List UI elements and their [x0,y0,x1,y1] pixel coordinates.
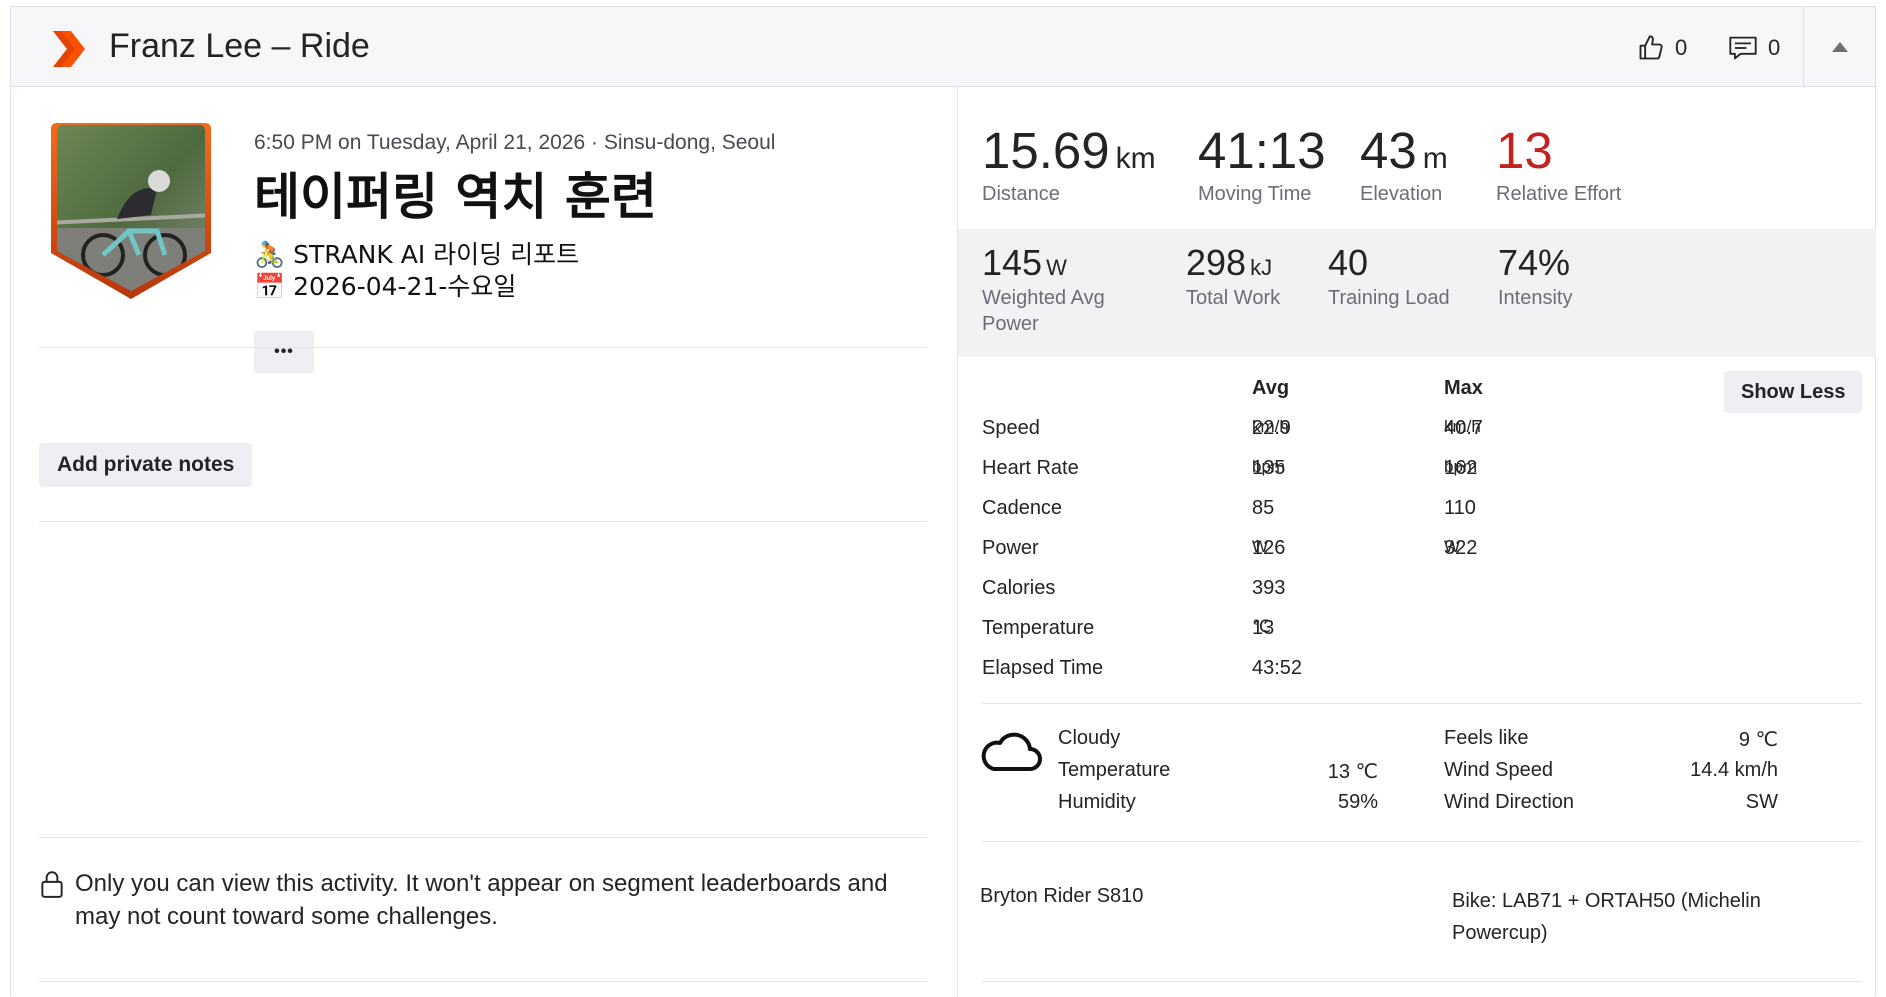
activity-description-line: 📅 2026-04-21-수요일 [254,272,517,301]
weather-temperature-label: Temperature [1058,759,1171,781]
activity-stats: 15.69 km Distance 41:13 Moving Time 43 m E… [957,87,1876,997]
stat-total-work: 298 kJ Total Work [1186,242,1281,310]
weather-feels-like-label: Feels like [1444,727,1529,749]
weather-wind-speed-label: Wind Speed [1444,759,1553,781]
metric-row-calories: Calories 393 [982,577,1286,599]
divider [982,703,1862,704]
metric-row-cadence: Cadence 85 110 [982,497,1476,519]
header-title: Franz Lee – Ride [109,27,370,65]
weather-wind-direction-label: Wind Direction [1444,791,1575,813]
collapse-button[interactable] [1803,7,1875,86]
device-name: Bryton Rider S810 [980,885,1144,907]
athlete-avatar[interactable] [47,123,215,303]
avg-column-header: Avg [1252,377,1290,399]
divider [39,521,927,522]
metric-row-speed: Speed 22.9 km/h 40.7 km/h [982,417,1483,439]
activity-title: 테이퍼링 역치 훈련 [254,168,657,226]
cloud-icon [981,732,1042,771]
show-less-button[interactable]: Show Less [1724,371,1863,413]
comment-count: 0 [1768,35,1781,60]
thumbs-up-icon [1639,35,1663,60]
stat-intensity: 74% Intensity [1498,242,1573,310]
ellipsis-icon: ••• [274,343,294,360]
caret-up-icon [1831,41,1848,52]
privacy-notice: Only you can view this activity. It won'… [39,867,939,933]
bike-name[interactable]: Bike: LAB71 + ORTAH50 (Michelin Powercup… [1452,885,1812,949]
divider [982,981,1862,982]
max-column-header: Max [1444,377,1483,399]
stat-training-load: 40 Training Load [1328,242,1450,310]
activity-meta: 6:50 PM on Tuesday, April 21, 2026 · Sin… [254,131,776,154]
comments-button[interactable]: 0 [1728,31,1780,65]
stat-weighted-avg-power: 145 W Weighted Avg Power [982,242,1105,336]
metric-row-heart-rate: Heart Rate 135 bpm 162 bpm [982,457,1478,479]
more-options-button[interactable]: ••• [254,331,314,373]
ride-chevron-icon [53,31,85,67]
divider [39,981,927,982]
metric-row-temperature: Temperature 13 ℃ [982,617,1275,639]
add-private-notes-button[interactable]: Add private notes [39,443,253,487]
lock-icon [41,871,63,898]
weather-feels-like-value: 9 ℃ [1738,729,1778,751]
weather-wind-speed-value: 14.4 km/h [1690,759,1778,781]
privacy-text: Only you can view this activity. It won'… [75,870,888,930]
activity-header: Franz Lee – Ride 0 0 [11,7,1875,87]
activity-summary: 6:50 PM on Tuesday, April 21, 2026 · Sin… [11,87,957,997]
divider [982,841,1862,842]
stat-elevation: 43 m Elevation [1360,122,1448,206]
weather-condition: Cloudy [1058,727,1121,749]
activity-description-line: 🚴 STRANK AI 라이딩 리포트 [254,240,580,269]
weather-temperature-value: 13 ℃ [1327,761,1378,783]
metric-row-power: Power 126 W 322 W [982,537,1478,559]
weather-humidity-label: Humidity [1058,791,1136,813]
stat-relative-effort[interactable]: 13 Relative Effort [1496,123,1621,206]
weather-wind-direction-value: SW [1745,791,1778,813]
stat-distance: 15.69 km Distance [982,122,1156,206]
metric-row-elapsed-time: Elapsed Time 43:52 [982,657,1303,679]
secondary-stats: 145 W Weighted Avg Power 298 kJ Total Work… [958,229,1876,357]
divider [39,837,927,838]
kudos-button[interactable]: 0 [1637,31,1687,65]
divider [39,347,927,348]
kudos-count: 0 [1675,35,1688,60]
comment-icon [1729,36,1757,60]
stat-moving-time: 41:13 Moving Time [1198,122,1326,206]
activity-panel: Franz Lee – Ride 0 0 6:50 PM on Tuesday,… [10,6,1876,997]
weather-humidity-value: 59% [1337,791,1378,813]
